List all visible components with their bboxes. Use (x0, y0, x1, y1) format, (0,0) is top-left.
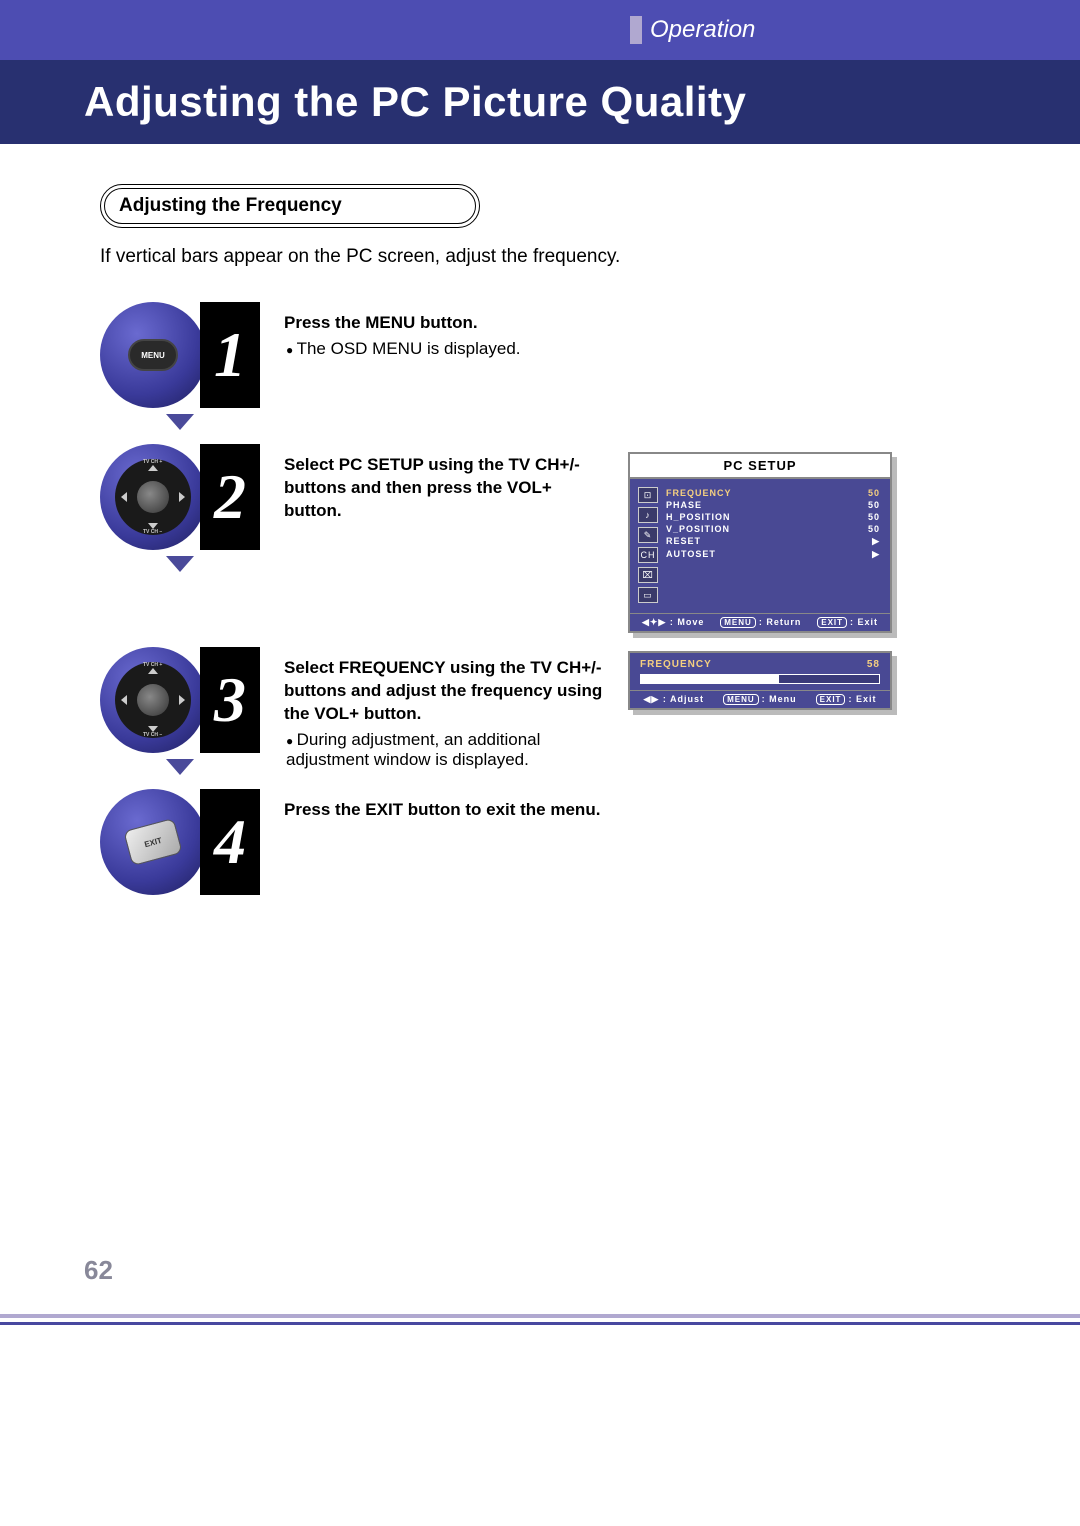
osd-footer-hints: ◀✦▶ : Move MENU: Return EXIT: Exit (630, 613, 890, 631)
subheading-pill: Adjusting the Frequency (100, 184, 480, 228)
page-title: Adjusting the PC Picture Quality (84, 78, 1080, 126)
dpad-down-label: TV CH – (143, 732, 162, 738)
title-band: Adjusting the PC Picture Quality (0, 60, 1080, 144)
step-heading: Select FREQUENCY using the TV CH+/- butt… (284, 657, 604, 726)
osd-slider-fill (641, 675, 779, 683)
footer-rule-dark (0, 1322, 1080, 1325)
page-footer: 62 (0, 1255, 1080, 1306)
step-row: MENU 1 Press the MENU button. The OSD ME… (100, 302, 996, 430)
osd-footer-hints: ◀▶ : Adjust MENU: Menu EXIT: Exit (630, 690, 890, 708)
step-number: 3 (200, 647, 260, 753)
osd-title: PC SETUP (630, 454, 890, 479)
down-arrow-icon (166, 759, 194, 775)
step-heading: Select PC SETUP using the TV CH+/- butto… (284, 454, 604, 523)
down-arrow-icon (166, 414, 194, 430)
down-arrow-icon (166, 556, 194, 572)
remote-exit-button: EXIT 4 (100, 789, 260, 895)
step-bullet: The OSD MENU is displayed. (286, 339, 604, 359)
dpad-down-label: TV CH – (143, 529, 162, 535)
step-row: TV CH + TV CH – 2 Select PC SETUP using … (100, 444, 996, 633)
step-number: 1 (200, 302, 260, 408)
footer-rule-light (0, 1314, 1080, 1318)
section-name: Operation (650, 16, 755, 44)
step-row: TV CH + TV CH – 3 Select FREQUENCY using… (100, 647, 996, 775)
subheading-text: Adjusting the Frequency (119, 195, 342, 217)
page-number: 62 (84, 1255, 1080, 1286)
header-band: Operation (0, 0, 1080, 60)
osd-slider-bar (640, 674, 880, 684)
content-area: Adjusting the Frequency If vertical bars… (0, 144, 1080, 895)
osd-list: FREQUENCY50 PHASE50 H_POSITION50 V_POSIT… (666, 487, 880, 603)
osd-frequency-adjust-panel: FREQUENCY58 ◀▶ : Adjust MENU: Menu EXIT:… (628, 651, 892, 710)
osd-category-icons: ⊡♪✎CH⌧▭ (638, 487, 658, 603)
menu-button-icon: MENU (128, 339, 178, 371)
header-accent-bar (630, 16, 642, 44)
step-heading: Press the MENU button. (284, 312, 604, 335)
osd-pc-setup-panel: PC SETUP ⊡♪✎CH⌧▭ FREQUENCY50 PHASE50 H_P… (628, 452, 892, 633)
exit-button-icon: EXIT (123, 818, 183, 866)
remote-dpad: TV CH + TV CH – 3 (100, 647, 260, 753)
step-number: 4 (200, 789, 260, 895)
step-number: 2 (200, 444, 260, 550)
step-row: EXIT 4 Press the EXIT button to exit the… (100, 789, 996, 895)
intro-text: If vertical bars appear on the PC screen… (100, 246, 996, 268)
step-bullet: During adjustment, an additional adjustm… (286, 730, 604, 770)
step-heading: Press the EXIT button to exit the menu. (284, 799, 604, 822)
remote-dpad: TV CH + TV CH – 2 (100, 444, 260, 550)
remote-menu-button: MENU 1 (100, 302, 260, 408)
